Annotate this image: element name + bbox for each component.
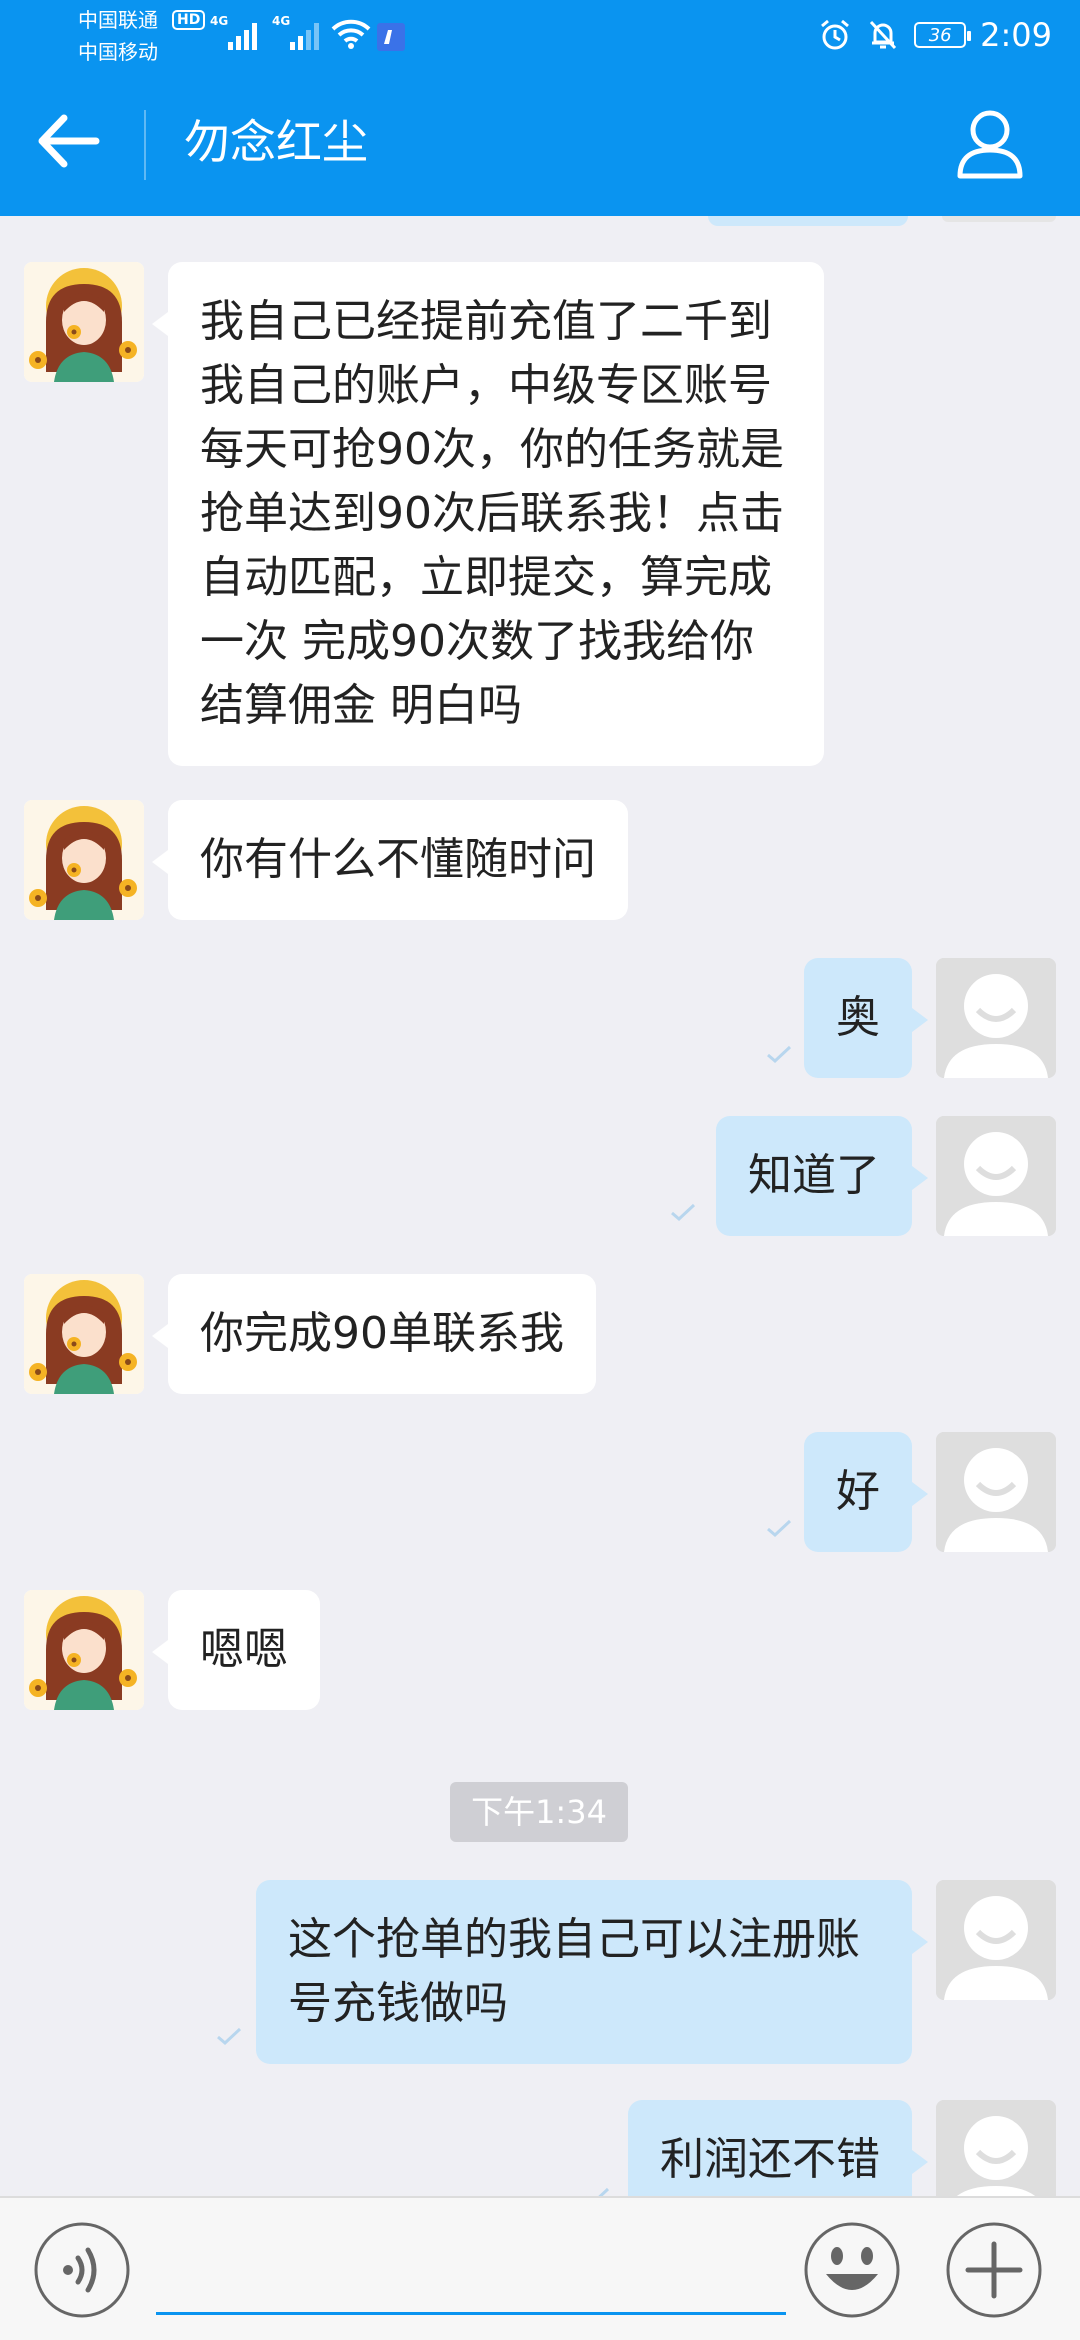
wifi-icon: [331, 19, 371, 49]
carrier-label-2: 中国移动: [78, 40, 158, 64]
clock: 2:09: [980, 16, 1052, 54]
status-bar: 中国联通 中国移动 HD 4G 4G 36 2:09: [0, 0, 1080, 70]
avatar-self[interactable]: [936, 1432, 1056, 1552]
message-input-bar: [0, 2196, 1080, 2340]
carrier-label-1: 中国联通: [78, 8, 158, 32]
message-bubble-sent[interactable]: 知道了: [716, 1116, 928, 1236]
chat-title: 勿念红尘: [184, 115, 368, 169]
contact-avatar-image: [24, 262, 144, 382]
smiley-icon[interactable]: [802, 2220, 902, 2320]
default-user-avatar-icon: [936, 958, 1056, 1078]
message-bubble-sent[interactable]: 好: [804, 1432, 928, 1552]
checkmark-icon: [767, 1519, 792, 1538]
checkmark-icon: [767, 1045, 792, 1064]
mute-bell-icon: [870, 20, 897, 50]
battery-indicator: 36: [914, 22, 972, 48]
contact-avatar-image: [24, 1590, 144, 1710]
time-divider: 下午1:34: [450, 1782, 628, 1842]
network-type-label-2: 4G: [272, 14, 291, 28]
avatar-contact[interactable]: [24, 1590, 144, 1710]
avatar-self[interactable]: [936, 1116, 1056, 1236]
avatar-self[interactable]: [936, 1880, 1056, 2000]
checkmark-icon: [586, 2187, 610, 2196]
partial-message-bubble: [708, 216, 908, 226]
message-list[interactable]: 我自己已经提前充值了二千到我自己的账户，中级专区账号每天可抢90次，你的任务就是…: [0, 216, 1080, 2196]
checkmark-icon: [671, 1203, 696, 1222]
voice-icon[interactable]: [32, 2220, 132, 2320]
avatar-self[interactable]: [936, 958, 1056, 1078]
battery-level: 36: [928, 24, 952, 46]
contact-avatar-image: [24, 800, 144, 920]
default-user-avatar-icon: [936, 1432, 1056, 1552]
avatar-contact[interactable]: [24, 262, 144, 382]
message-bubble-sent[interactable]: 奥: [804, 958, 928, 1078]
nfc-app-icon: [377, 23, 405, 51]
network-type-label-1: 4G: [210, 14, 229, 28]
hd-badge: HD: [172, 10, 206, 30]
alarm-icon: [821, 19, 850, 50]
message-input[interactable]: [156, 2234, 786, 2315]
chat-header: 勿念红尘: [0, 70, 1080, 216]
avatar-contact[interactable]: [24, 1274, 144, 1394]
message-bubble-sent[interactable]: 这个抢单的我自己可以注册账号充钱做吗: [256, 1880, 928, 2064]
contact-avatar-image: [24, 1274, 144, 1394]
avatar-contact[interactable]: [24, 800, 144, 920]
message-bubble-received[interactable]: 嗯嗯: [152, 1590, 320, 1710]
default-user-avatar-icon: [936, 1116, 1056, 1236]
avatar-self[interactable]: [936, 2100, 1056, 2196]
person-icon[interactable]: [950, 102, 1030, 182]
back-arrow-icon[interactable]: [30, 106, 110, 176]
message-bubble-received[interactable]: 你完成90单联系我: [152, 1274, 596, 1394]
plus-icon[interactable]: [944, 2220, 1044, 2320]
header-divider: [144, 110, 146, 180]
checkmark-icon: [217, 2027, 242, 2046]
partial-avatar: [942, 216, 1056, 222]
message-bubble-received[interactable]: 你有什么不懂随时问: [152, 800, 628, 920]
message-bubble-received[interactable]: 我自己已经提前充值了二千到我自己的账户，中级专区账号每天可抢90次，你的任务就是…: [152, 262, 824, 766]
message-bubble-sent[interactable]: 利润还不错: [628, 2100, 928, 2196]
default-user-avatar-icon: [936, 1880, 1056, 2000]
default-user-avatar-icon: [936, 2100, 1056, 2196]
